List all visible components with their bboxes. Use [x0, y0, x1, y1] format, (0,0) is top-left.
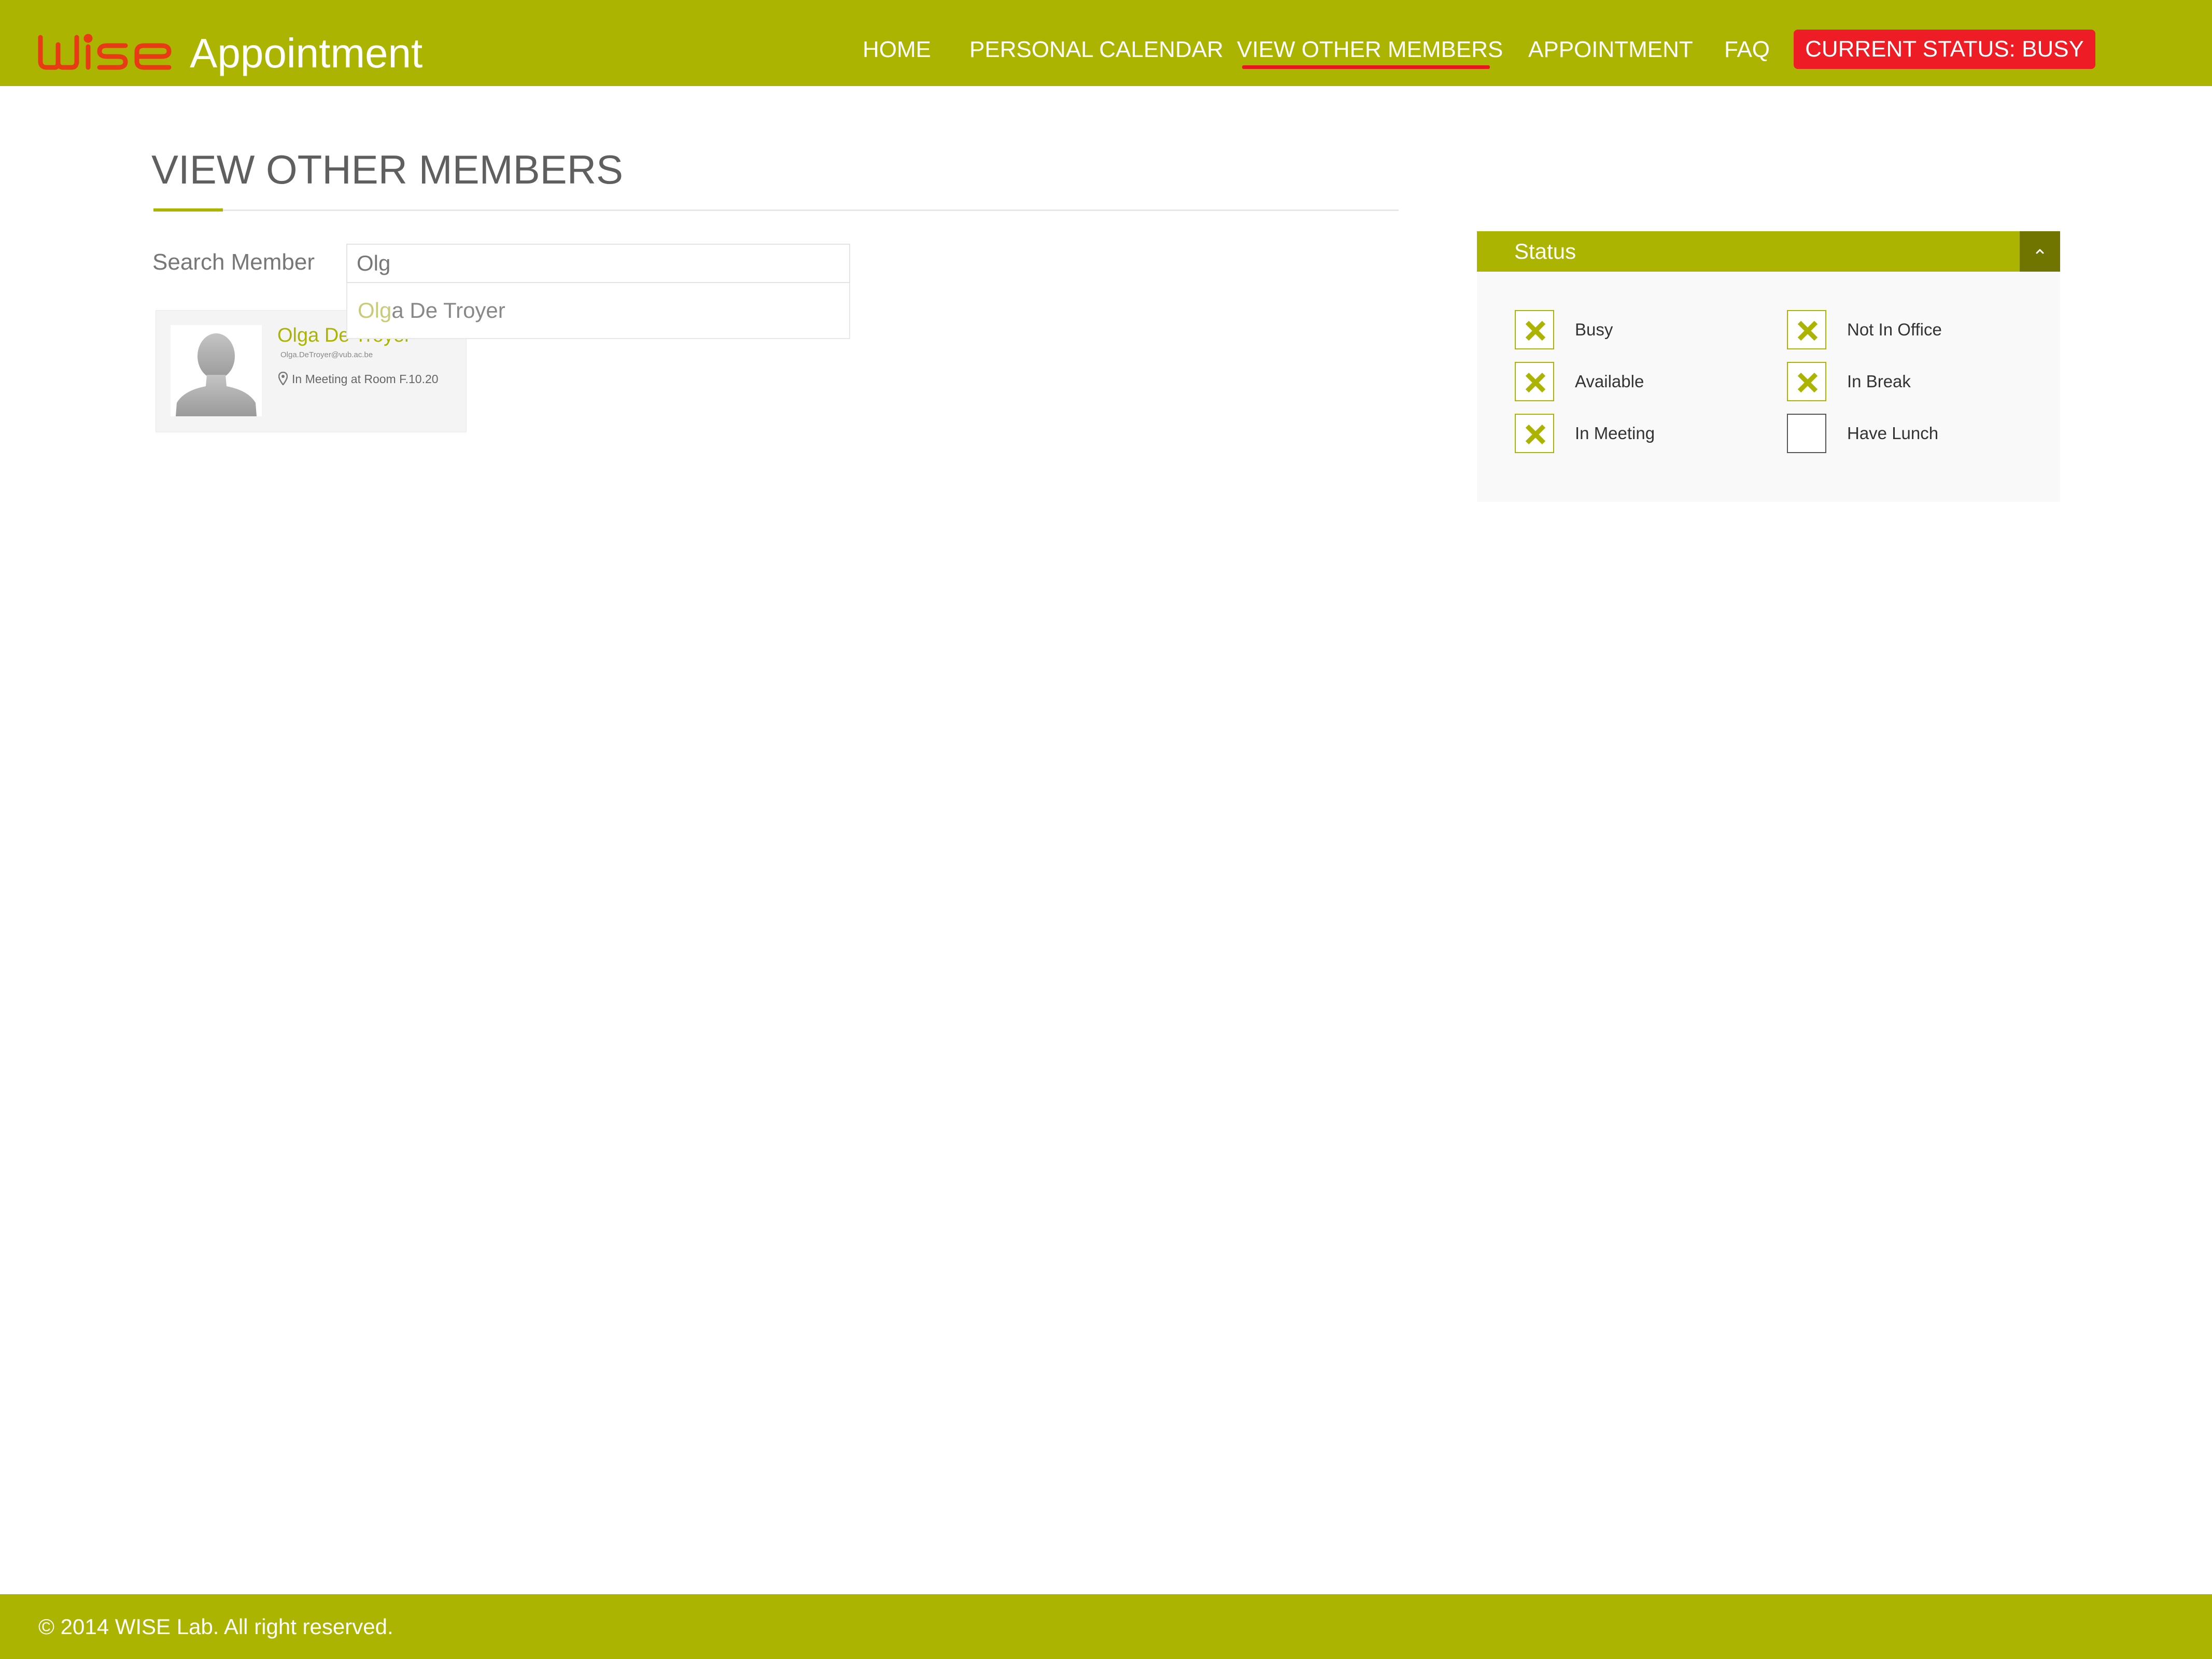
in-meeting-checkbox[interactable]: [1515, 414, 1554, 453]
nav-appointment[interactable]: APPOINTMENT: [1528, 34, 1693, 65]
in-break-label: In Break: [1847, 372, 1911, 391]
suggestion-item[interactable]: Olga De Troyer: [358, 297, 505, 325]
footer: © 2014 WISE Lab. All right reserved.: [0, 1594, 2212, 1659]
member-location: In Meeting at Room F.10.20: [292, 372, 439, 386]
avatar: [171, 325, 262, 416]
location-pin-icon: [278, 372, 288, 385]
status-panel-title: Status: [1514, 239, 1576, 263]
title-divider-accent: [153, 208, 223, 212]
nav-personal-calendar[interactable]: PERSONAL CALENDAR: [969, 34, 1223, 65]
nav-faq[interactable]: FAQ: [1724, 34, 1770, 65]
check-x-icon: [1525, 320, 1546, 341]
person-silhouette-icon: [176, 333, 257, 416]
check-x-icon: [1525, 372, 1546, 393]
not-in-office-label: Not In Office: [1847, 320, 1942, 339]
status-panel-header: Status: [1477, 231, 2060, 272]
busy-label: Busy: [1575, 320, 1613, 339]
status-filter-panel: Status Busy Not In Office Available In B…: [1477, 231, 2060, 502]
nav-view-other-members[interactable]: VIEW OTHER MEMBERS: [1237, 34, 1503, 65]
suggestion-match-text: Olg: [358, 298, 392, 322]
have-lunch-label: Have Lunch: [1847, 424, 1939, 443]
search-member-input[interactable]: [346, 244, 850, 283]
check-x-icon: [1797, 320, 1818, 341]
title-divider: [153, 209, 1399, 211]
nav-home[interactable]: HOME: [863, 34, 931, 65]
in-meeting-label: In Meeting: [1575, 424, 1655, 443]
check-x-icon: [1797, 372, 1818, 393]
copyright-text: © 2014 WISE Lab. All right reserved.: [38, 1614, 393, 1639]
collapse-panel-button[interactable]: [2020, 231, 2060, 272]
busy-checkbox[interactable]: [1515, 310, 1554, 349]
search-suggestions-dropdown: Olga De Troyer: [346, 283, 850, 339]
in-break-checkbox[interactable]: [1787, 362, 1826, 401]
not-in-office-checkbox[interactable]: [1787, 310, 1826, 349]
current-status-button[interactable]: CURRENT STATUS: BUSY: [1794, 30, 2095, 69]
available-checkbox[interactable]: [1515, 362, 1554, 401]
check-x-icon: [1525, 424, 1546, 445]
suggestion-rest-text: a De Troyer: [391, 298, 505, 322]
member-email: Olga.DeTroyer@vub.ac.be: [280, 350, 373, 359]
app-title: Appointment: [190, 30, 423, 76]
have-lunch-checkbox[interactable]: [1787, 414, 1826, 453]
chevron-up-icon: [2036, 249, 2044, 254]
top-navbar: Appointment HOME PERSONAL CALENDAR VIEW …: [0, 0, 2212, 86]
search-member-label: Search Member: [152, 249, 315, 275]
wise-logo[interactable]: [37, 33, 173, 72]
active-nav-indicator: [1242, 65, 1490, 69]
available-label: Available: [1575, 372, 1644, 391]
page-title: VIEW OTHER MEMBERS: [151, 147, 624, 192]
